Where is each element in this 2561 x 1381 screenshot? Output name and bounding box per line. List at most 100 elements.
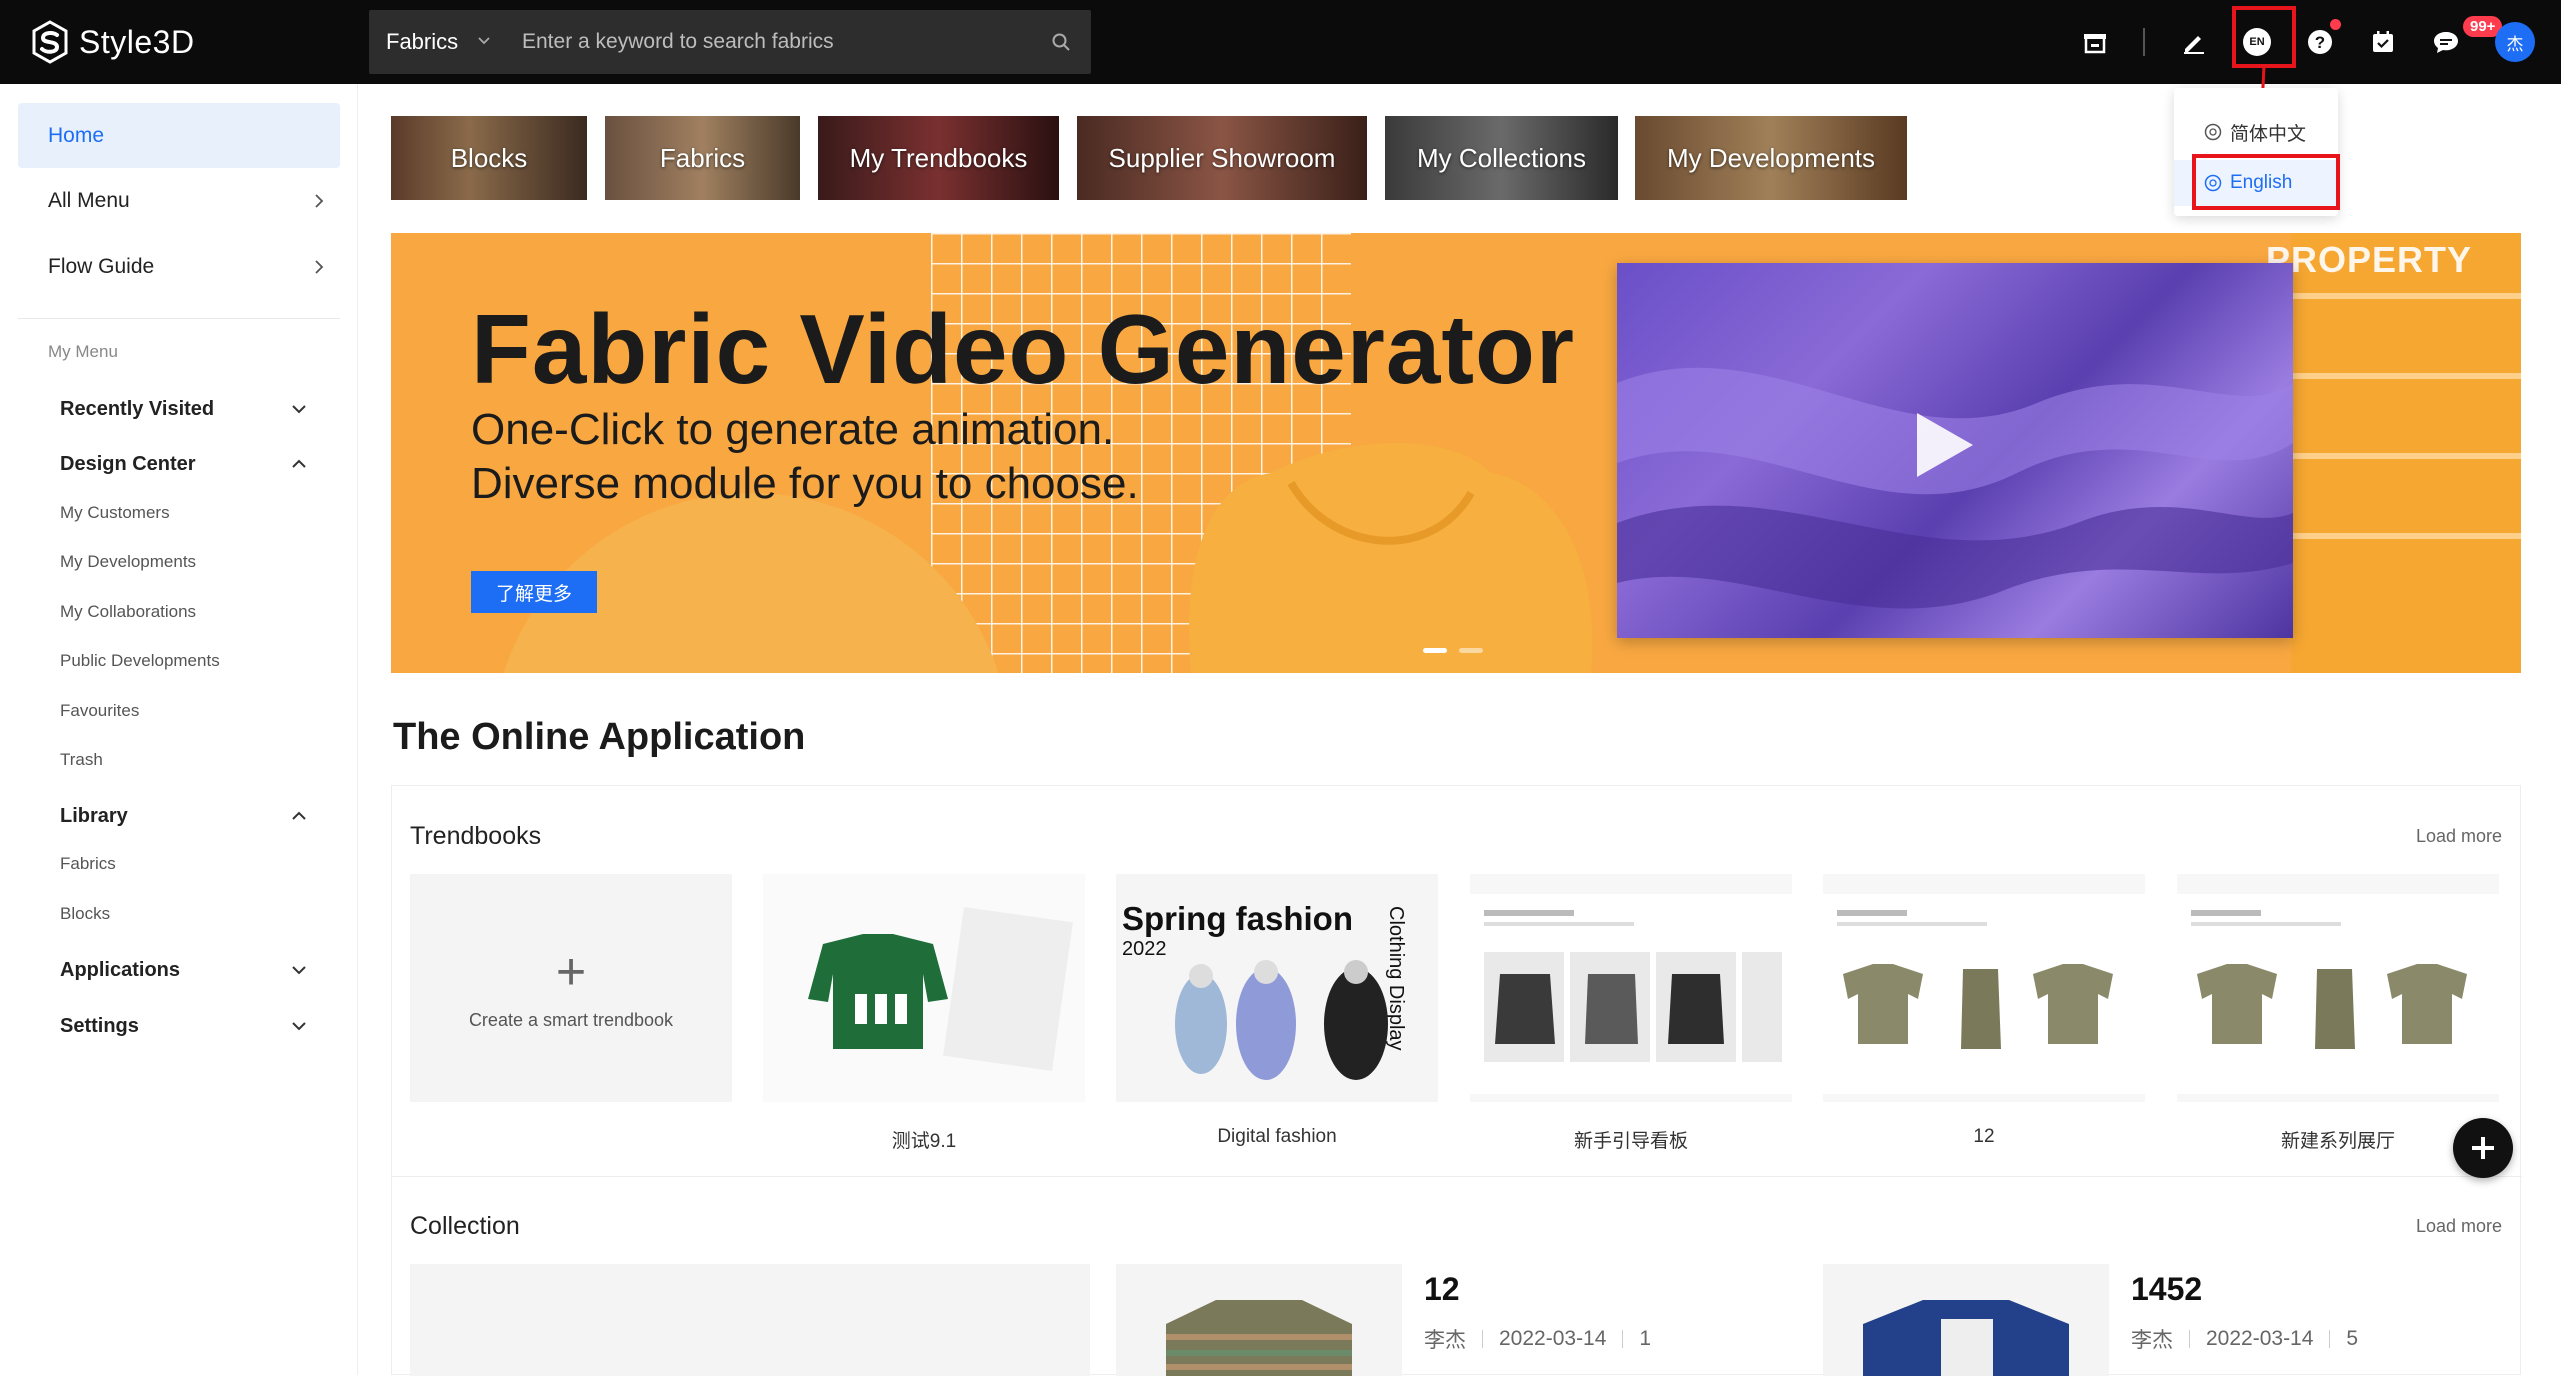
- chevron-up-icon: [292, 811, 306, 820]
- trendbook-label[interactable]: 新手引导看板: [1470, 1126, 1792, 1153]
- sidebar-item-library-blocks[interactable]: Blocks: [60, 904, 110, 924]
- sidebar-item-favourites[interactable]: Favourites: [60, 701, 139, 721]
- sidebar-item-all-menu[interactable]: All Menu: [48, 181, 327, 221]
- collection-count: 5: [2346, 1327, 2359, 1350]
- banner-title: Fabric Video Generator: [471, 294, 1575, 404]
- trendbook-card[interactable]: [763, 874, 1085, 1102]
- help-icon: ?: [2308, 30, 2332, 54]
- sidebar-group-library[interactable]: Library: [60, 798, 307, 834]
- sidebar-group-applications[interactable]: Applications: [60, 952, 307, 988]
- collection-card-empty[interactable]: [410, 1264, 1090, 1376]
- svg-text:?: ?: [2315, 33, 2325, 52]
- search-button[interactable]: [1031, 10, 1091, 74]
- carousel-dot-2[interactable]: [1459, 648, 1483, 653]
- trendbook-label[interactable]: 测试9.1: [763, 1126, 1085, 1153]
- collection-owner: 李杰: [2131, 1329, 2173, 1352]
- sidebar-item-flow-guide[interactable]: Flow Guide: [48, 247, 327, 287]
- language-option-chinese[interactable]: 简体中文: [2174, 109, 2338, 155]
- plus-icon: [2472, 1137, 2494, 1159]
- sidebar-item-my-collaborations[interactable]: My Collaborations: [60, 602, 196, 622]
- create-trendbook-label: Create a smart trendbook: [468, 1009, 674, 1030]
- highlight-language-button: [2232, 6, 2296, 68]
- user-avatar[interactable]: 杰: [2495, 22, 2535, 62]
- trendbooks-title: Trendbooks: [410, 822, 542, 850]
- chevron-down-icon: [476, 32, 492, 53]
- trendbook-card[interactable]: [1823, 874, 2145, 1102]
- banner-subtitle-1: One-Click to generate animation.: [471, 405, 1115, 454]
- tile-my-collections[interactable]: My Collections: [1385, 116, 1618, 200]
- banner-learn-more-button[interactable]: 了解更多: [471, 571, 597, 613]
- collection-date: 2022-03-14: [2206, 1327, 2314, 1350]
- banner-video[interactable]: [1617, 263, 2293, 638]
- tasks-button[interactable]: [2363, 22, 2403, 62]
- top-bar: Style3D Fabrics EN ? 99+ 杰: [0, 0, 2561, 84]
- search-input[interactable]: [509, 30, 1031, 54]
- trendbook-cover-image: [808, 907, 1073, 1071]
- tile-label: My Collections: [1416, 142, 1587, 173]
- messages-button[interactable]: [2426, 22, 2466, 62]
- sidebar: Home All Menu Flow Guide My Menu Recentl…: [0, 84, 358, 1375]
- sidebar-item-my-customers[interactable]: My Customers: [60, 503, 170, 523]
- promo-banner[interactable]: Fabric Video Generator One-Click to gene…: [391, 233, 2521, 673]
- tile-fabrics[interactable]: Fabrics: [605, 116, 800, 200]
- app-logo[interactable]: Style3D: [31, 20, 195, 64]
- collection-load-more[interactable]: Load more: [2416, 1216, 2502, 1237]
- search-category-label: Fabrics: [386, 29, 459, 54]
- search-category-select[interactable]: Fabrics: [369, 29, 509, 55]
- calendar-check-icon: [2373, 31, 2393, 52]
- sidebar-group-recently-visited[interactable]: Recently Visited: [60, 391, 307, 427]
- collection-name[interactable]: 12: [1424, 1271, 1460, 1308]
- trendbook-label[interactable]: 12: [1823, 1126, 2145, 1148]
- trendbooks-load-more[interactable]: Load more: [2416, 826, 2502, 847]
- collection-meta: 李杰 2022-03-14 1: [1424, 1324, 1651, 1354]
- sidebar-caption-my-menu: My Menu: [48, 342, 118, 361]
- carousel-indicators: [1423, 648, 1483, 653]
- floating-add-button[interactable]: [2453, 1118, 2513, 1178]
- collection-name[interactable]: 1452: [2131, 1271, 2202, 1308]
- carousel-dot-1[interactable]: [1423, 648, 1447, 653]
- meta-divider: [2189, 1330, 2190, 1348]
- sidebar-item-trash[interactable]: Trash: [60, 750, 103, 770]
- sidebar-item-library-fabrics[interactable]: Fabrics: [60, 854, 116, 874]
- tile-my-developments[interactable]: My Developments: [1635, 116, 1907, 200]
- meta-divider: [1482, 1330, 1483, 1348]
- style3d-logo-icon: [31, 20, 69, 64]
- trendbook-card[interactable]: [2177, 874, 2499, 1102]
- collection-card-image[interactable]: [1116, 1264, 1402, 1376]
- trendbook-cover-image: [1823, 894, 2145, 1094]
- search-icon: [1052, 33, 1070, 51]
- collection-meta: 李杰 2022-03-14 5: [2131, 1324, 2358, 1354]
- globe-icon: [2204, 123, 2222, 141]
- collection-owner: 李杰: [1424, 1329, 1466, 1352]
- edit-button[interactable]: [2174, 22, 2214, 62]
- banner-corner-text: PROPERTY: [2266, 239, 2473, 280]
- meta-divider: [1622, 1330, 1624, 1348]
- tile-supplier-showroom[interactable]: Supplier Showroom: [1077, 116, 1367, 200]
- meta-divider: [2329, 1330, 2331, 1348]
- trendbook-card[interactable]: Spring fashion 2022 Clothing Display: [1116, 874, 1438, 1102]
- collection-card-image[interactable]: [1823, 1264, 2109, 1376]
- message-icon: [2434, 32, 2458, 53]
- trendbook-label[interactable]: Digital fashion: [1116, 1126, 1438, 1148]
- sidebar-group-settings[interactable]: Settings: [60, 1008, 307, 1044]
- create-trendbook-card[interactable]: + Create a smart trendbook: [410, 874, 732, 1102]
- collection-cover-image: [1166, 1300, 1352, 1376]
- search-bar: Fabrics: [369, 10, 1091, 74]
- trendbook-label[interactable]: 新建系列展厅: [2177, 1126, 2499, 1153]
- sidebar-item-home[interactable]: Home: [18, 103, 340, 168]
- sidebar-group-label: Applications: [60, 958, 181, 981]
- sidebar-group-label: Library: [60, 804, 128, 827]
- sidebar-item-my-developments[interactable]: My Developments: [60, 552, 196, 572]
- store-button[interactable]: [2075, 22, 2115, 62]
- trendbook-card[interactable]: [1470, 874, 1792, 1102]
- tile-my-trendbooks[interactable]: My Trendbooks: [818, 116, 1059, 200]
- sidebar-group-design-center[interactable]: Design Center: [60, 446, 307, 482]
- store-icon: [2084, 34, 2106, 54]
- collection-title: Collection: [410, 1212, 520, 1240]
- section-title-online-application: The Online Application: [393, 716, 806, 758]
- tile-blocks[interactable]: Blocks: [391, 116, 587, 200]
- sidebar-item-public-developments[interactable]: Public Developments: [60, 651, 220, 671]
- chevron-down-icon: [292, 405, 306, 414]
- play-icon[interactable]: [1917, 413, 1973, 477]
- pencil-icon: [2184, 36, 2204, 54]
